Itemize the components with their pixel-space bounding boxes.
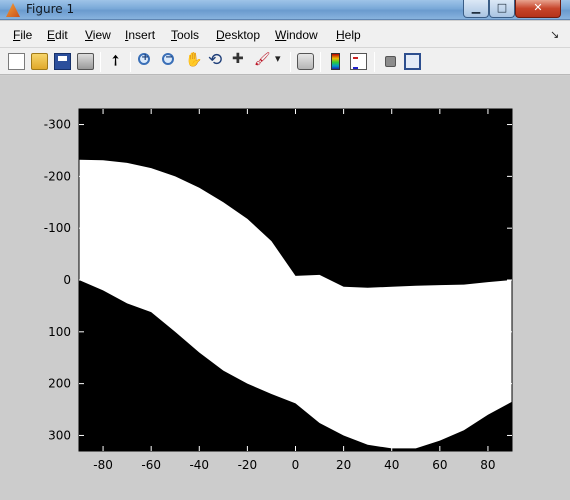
legend-icon[interactable] (350, 53, 367, 70)
toolbar-separator (320, 52, 321, 72)
x-tick-label: 40 (384, 458, 399, 472)
hide-plot-tools-icon[interactable] (385, 56, 396, 67)
data-cursor-icon[interactable] (231, 51, 248, 70)
window-title: Figure 1 (26, 2, 75, 16)
x-tick-label: -60 (141, 458, 161, 472)
menu-file[interactable]: File (13, 28, 32, 42)
brush-icon[interactable] (254, 52, 271, 70)
show-plot-tools-icon[interactable] (404, 53, 421, 70)
menu-insert[interactable]: Insert (125, 28, 155, 42)
y-tick-label: -100 (44, 221, 71, 235)
minimize-button[interactable]: ▁ (463, 0, 489, 18)
toolbar-separator (130, 52, 131, 72)
print-icon[interactable] (77, 53, 94, 70)
window-title-bar[interactable]: Figure 1 ▁ □ ✕ (0, 0, 570, 20)
x-tick-label: 60 (432, 458, 447, 472)
menu-desktop[interactable]: Desktop (216, 28, 260, 42)
maximize-button[interactable]: □ (489, 0, 515, 18)
colorbar-icon[interactable] (331, 53, 340, 70)
y-tick-label: 200 (48, 377, 71, 391)
plot-svg: -80 -60 -40 -20 0 20 40 60 80-300-200-1000100200… (44, 108, 513, 472)
toolbar-separator (374, 52, 375, 72)
link-plot-icon[interactable] (297, 53, 314, 70)
menu-help[interactable]: Help (336, 28, 361, 42)
x-tick-label: 20 (336, 458, 351, 472)
figure-toolbar (0, 48, 570, 75)
y-tick-label: 0 (63, 273, 71, 287)
y-tick-label: 100 (48, 325, 71, 339)
y-tick-label: -200 (44, 169, 71, 183)
dropdown-arrow-icon[interactable] (273, 52, 290, 70)
close-button[interactable]: ✕ (515, 0, 561, 18)
x-tick-label: -80 (93, 458, 113, 472)
zoom-out-icon[interactable] (162, 52, 174, 65)
menu-edit[interactable]: Edit (47, 28, 68, 42)
toolbar-separator (100, 52, 101, 72)
x-tick-label: -20 (238, 458, 258, 472)
rotate-3d-icon[interactable] (208, 50, 225, 70)
y-tick-label: -300 (44, 118, 71, 132)
y-tick-label: 300 (48, 428, 71, 442)
toolbar-separator (290, 52, 291, 72)
menu-overflow-arrow-icon[interactable]: ↘ (550, 28, 559, 41)
pan-icon[interactable] (185, 52, 202, 70)
menu-bar: File Edit View Insert Tools Desktop Wind… (0, 21, 570, 48)
matlab-logo-icon (6, 3, 20, 17)
save-icon[interactable] (54, 53, 71, 70)
open-file-icon[interactable] (31, 53, 48, 70)
menu-tools[interactable]: Tools (171, 28, 199, 42)
x-tick-label: 80 (480, 458, 495, 472)
x-tick-label: 0 (292, 458, 300, 472)
pointer-icon[interactable] (108, 53, 125, 70)
x-tick-label: -40 (189, 458, 209, 472)
new-figure-icon[interactable] (8, 53, 25, 70)
figure-canvas: -80 -60 -40 -20 0 20 40 60 80 -300 -200 -100 0 100 200… (0, 76, 570, 500)
zoom-in-icon[interactable] (138, 52, 150, 65)
menu-view[interactable]: View (85, 28, 111, 42)
menu-window[interactable]: Window (275, 28, 318, 42)
